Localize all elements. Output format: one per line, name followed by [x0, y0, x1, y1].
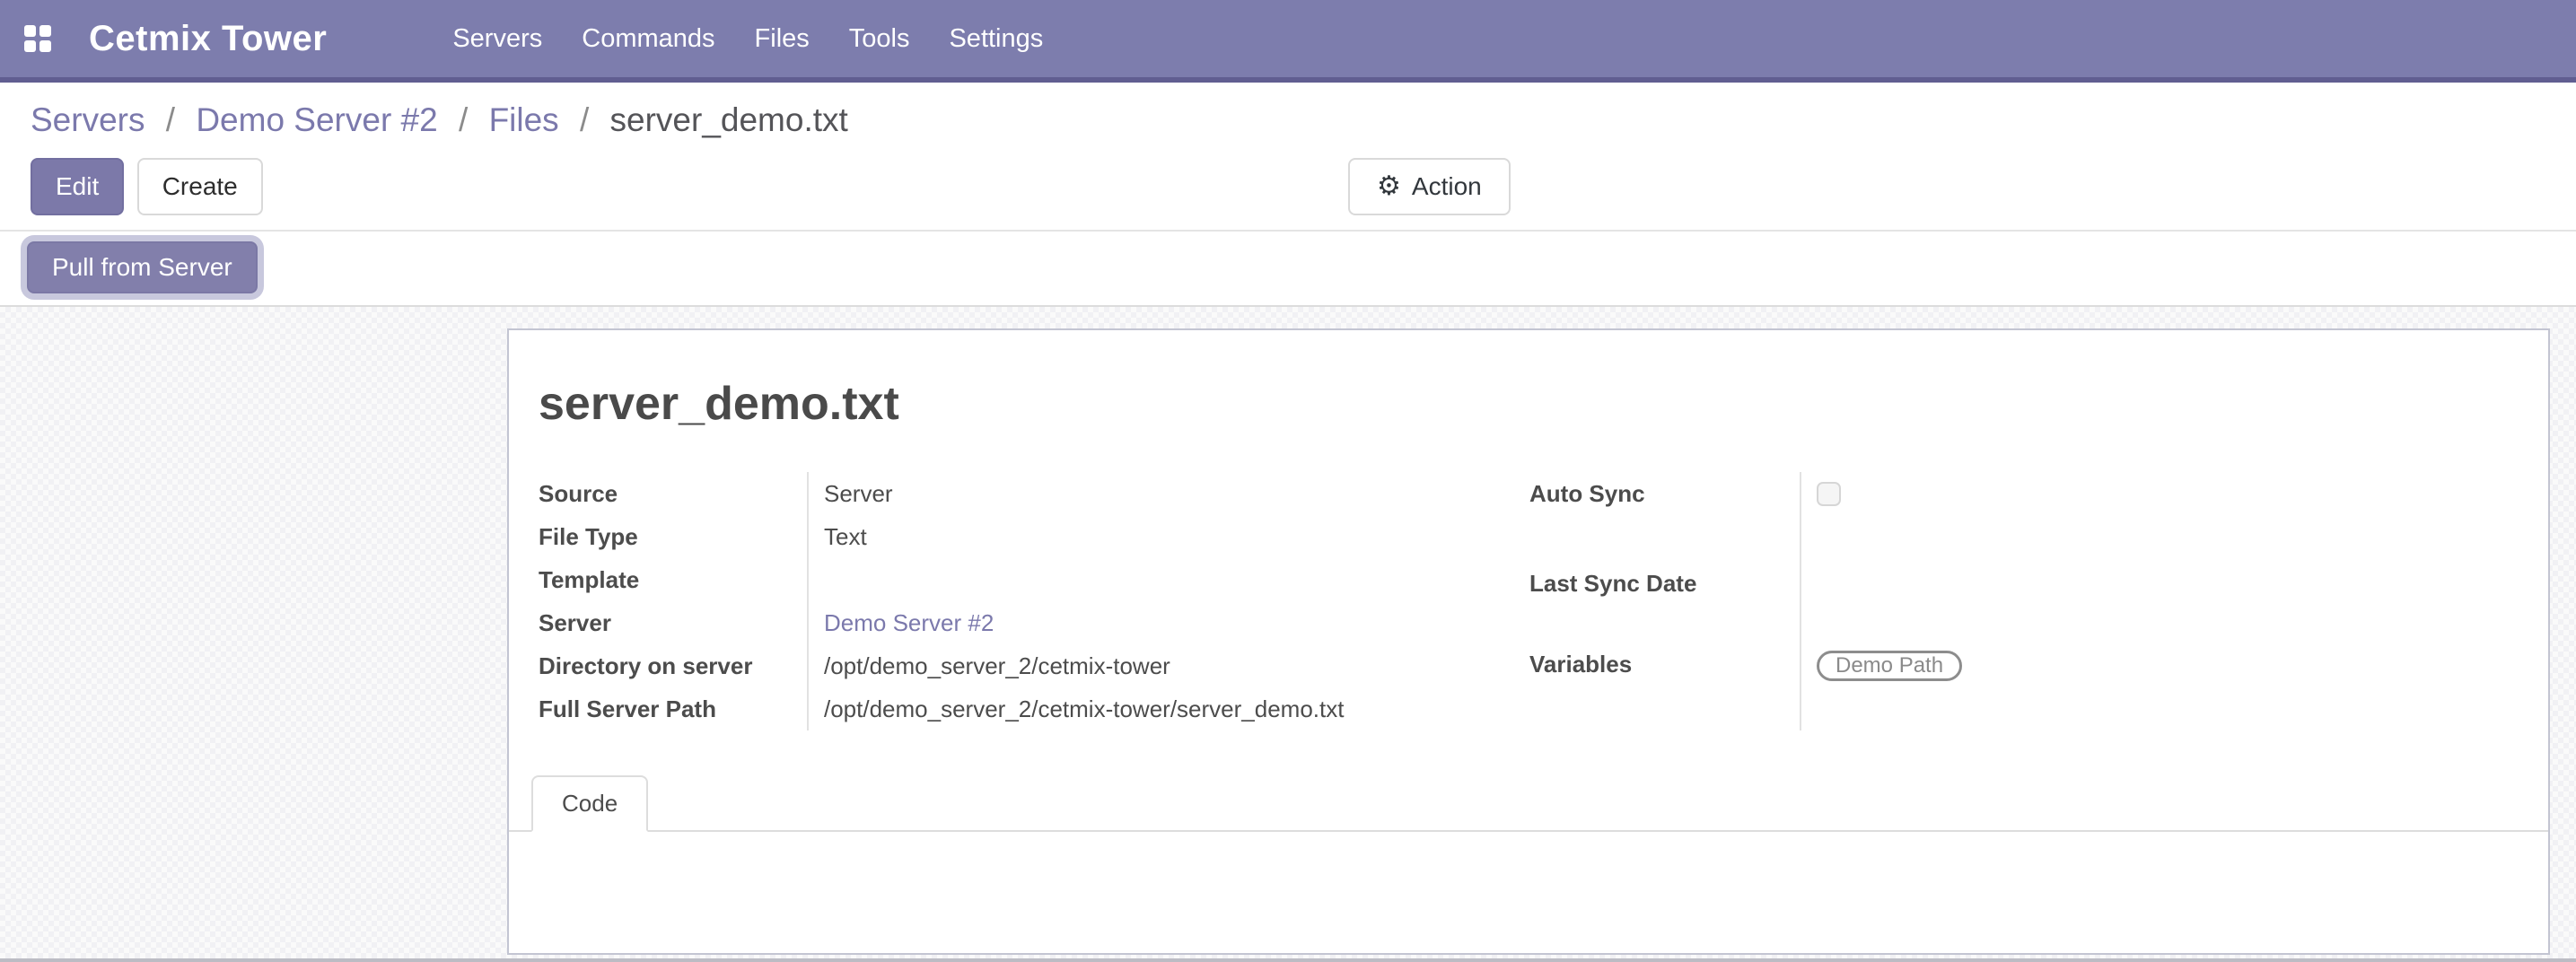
button-row: Edit Create ⚙ Action: [0, 151, 2576, 232]
control-panel: Servers / Demo Server #2 / Files / serve…: [0, 83, 2576, 307]
apps-grid-icon[interactable]: [24, 25, 51, 52]
field-value-directory: /opt/demo_server_2/cetmix-tower: [808, 644, 1529, 687]
field-row-variables: Variables Demo Path: [1529, 643, 2427, 730]
menu-commands[interactable]: Commands: [562, 24, 734, 54]
breadcrumb-separator: /: [459, 101, 468, 138]
action-button-label: Action: [1412, 172, 1482, 201]
top-navbar: Cetmix Tower Servers Commands Files Tool…: [0, 0, 2576, 83]
field-label-template: Template: [539, 558, 808, 601]
menu-files[interactable]: Files: [735, 24, 829, 54]
field-value-full-path: /opt/demo_server_2/cetmix-tower/server_d…: [808, 687, 1529, 730]
field-label-last-sync-date: Last Sync Date: [1529, 562, 1801, 643]
field-row-full-path: Full Server Path /opt/demo_server_2/cetm…: [539, 687, 1529, 730]
main-menu: Servers Commands Files Tools Settings: [433, 24, 1063, 54]
field-value-server: Demo Server #2: [808, 601, 1529, 644]
field-label-directory: Directory on server: [539, 644, 808, 687]
menu-servers[interactable]: Servers: [433, 24, 562, 54]
field-row-file-type: File Type Text: [539, 515, 1529, 558]
record-title: server_demo.txt: [509, 330, 2548, 431]
field-label-auto-sync: Auto Sync: [1529, 472, 1801, 562]
breadcrumb: Servers / Demo Server #2 / Files / serve…: [0, 83, 2576, 151]
breadcrumb-separator: /: [580, 101, 589, 138]
field-value-source: Server: [808, 472, 1529, 515]
field-label-full-path: Full Server Path: [539, 687, 808, 730]
window-bottom-edge: [0, 958, 2576, 962]
field-value-variables: Demo Path: [1801, 643, 2427, 730]
field-label-source: Source: [539, 472, 808, 515]
field-value-template: [808, 558, 1529, 601]
variable-tag: Demo Path: [1817, 651, 1962, 681]
field-value-auto-sync: [1801, 472, 2427, 562]
field-row-last-sync-date: Last Sync Date: [1529, 562, 2427, 643]
tab-code[interactable]: Code: [531, 775, 648, 832]
form-sheet: server_demo.txt Source Server File Type …: [507, 328, 2550, 955]
field-group-right: Auto Sync Last Sync Date Variables Demo …: [1529, 472, 2427, 730]
breadcrumb-separator: /: [166, 101, 175, 138]
menu-tools[interactable]: Tools: [829, 24, 930, 54]
pull-from-server-button[interactable]: Pull from Server: [27, 241, 258, 293]
field-value-file-type: Text: [808, 515, 1529, 558]
create-button[interactable]: Create: [137, 158, 263, 215]
edit-button[interactable]: Edit: [31, 158, 124, 215]
field-label-variables: Variables: [1529, 643, 1801, 730]
field-row-directory: Directory on server /opt/demo_server_2/c…: [539, 644, 1529, 687]
form-view-background: server_demo.txt Source Server File Type …: [0, 307, 2576, 962]
field-row-auto-sync: Auto Sync: [1529, 472, 2427, 562]
server-record-link[interactable]: Demo Server #2: [824, 609, 994, 636]
action-button[interactable]: ⚙ Action: [1348, 158, 1511, 215]
field-label-server: Server: [539, 601, 808, 644]
field-label-file-type: File Type: [539, 515, 808, 558]
breadcrumb-current: server_demo.txt: [610, 101, 848, 138]
breadcrumb-demo-server[interactable]: Demo Server #2: [196, 101, 437, 138]
field-row-template: Template: [539, 558, 1529, 601]
breadcrumb-servers[interactable]: Servers: [31, 101, 145, 138]
gear-icon: ⚙: [1377, 173, 1401, 200]
action-button-row: Pull from Server: [0, 232, 2576, 307]
field-row-server: Server Demo Server #2: [539, 601, 1529, 644]
field-value-last-sync-date: [1801, 562, 2427, 643]
field-row-source: Source Server: [539, 472, 1529, 515]
menu-settings[interactable]: Settings: [929, 24, 1063, 54]
field-groups: Source Server File Type Text Template Se…: [509, 472, 2548, 730]
field-group-left: Source Server File Type Text Template Se…: [539, 472, 1529, 730]
auto-sync-checkbox[interactable]: [1817, 482, 1841, 506]
breadcrumb-files[interactable]: Files: [489, 101, 559, 138]
notebook-tabs: Code: [509, 775, 2548, 832]
app-brand[interactable]: Cetmix Tower: [89, 19, 327, 59]
